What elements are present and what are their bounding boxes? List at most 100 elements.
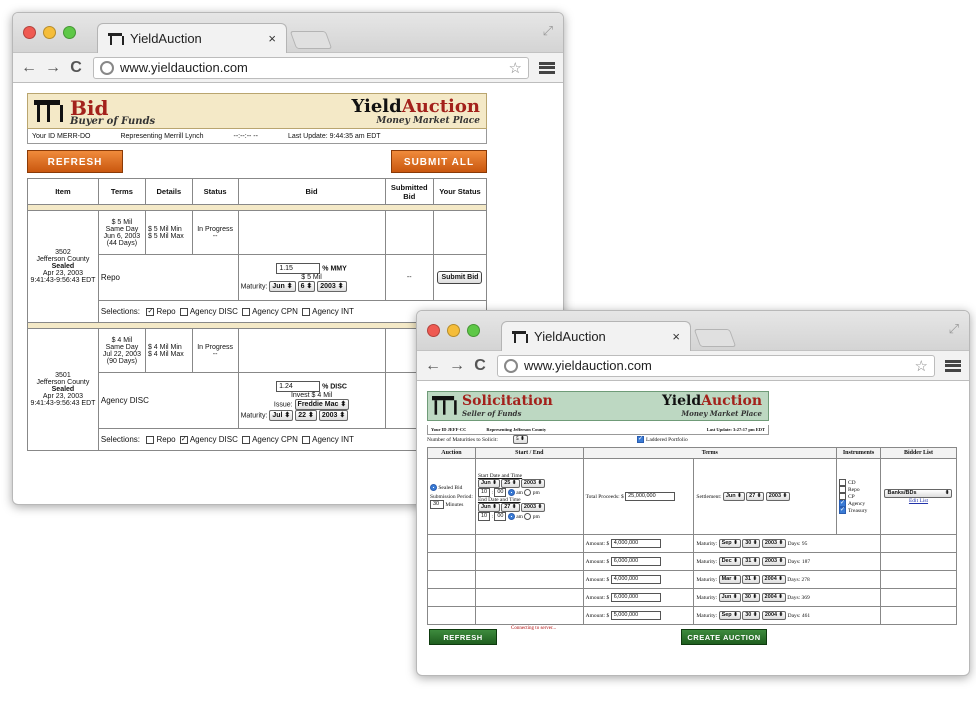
menu-icon[interactable]	[945, 359, 961, 372]
close-window-button[interactable]	[427, 324, 440, 337]
create-auction-button[interactable]: CREATE AUCTION	[681, 629, 767, 645]
maturity-year-select[interactable]: 2003 ⬍	[318, 409, 349, 421]
maturity-day-select[interactable]: 30 ⬍	[742, 539, 761, 548]
start-year-select[interactable]: 2003 ⬍	[520, 478, 546, 488]
rate-input[interactable]: 1.24	[276, 380, 321, 392]
maturity-day-select[interactable]: 30 ⬍	[742, 611, 761, 620]
forward-arrow-icon[interactable]: →	[45, 59, 61, 77]
start-month-select[interactable]: Jun ⬍	[477, 478, 500, 488]
reload-icon[interactable]: C	[473, 357, 487, 375]
maturities-select[interactable]: 5 ⬍	[513, 435, 528, 444]
maturity-month-select[interactable]: Jul ⬍	[269, 409, 294, 421]
end-pm-radio[interactable]	[524, 512, 532, 520]
selection-checkbox[interactable]	[302, 307, 311, 316]
refresh-button[interactable]: REFRESH	[27, 150, 123, 173]
bidder-list-select[interactable]: Banks/BDs ⬍	[884, 489, 953, 498]
selection-checkbox[interactable]	[179, 307, 188, 316]
instrument-checkbox[interactable]	[839, 479, 847, 486]
maturity-year-select[interactable]: 2004 ⬍	[761, 611, 787, 620]
start-pm-radio[interactable]	[524, 488, 532, 496]
end-year-select[interactable]: 2003 ⬍	[520, 502, 546, 512]
refresh-button[interactable]: REFRESH	[429, 629, 497, 645]
end-day-select[interactable]: 27 ⬍	[501, 502, 520, 512]
fullscreen-icon[interactable]: ⤢	[543, 23, 553, 39]
selection-checkbox[interactable]: ✓	[179, 435, 188, 444]
close-window-button[interactable]	[23, 26, 36, 39]
bookmark-star-icon[interactable]: ☆	[915, 357, 928, 375]
browser-tab[interactable]: YieldAuction ×	[97, 23, 287, 53]
minimize-window-button[interactable]	[447, 324, 460, 337]
end-month-select[interactable]: Jun ⬍	[477, 502, 500, 512]
amount-input[interactable]: 6,000,000	[610, 557, 661, 566]
instrument-checkbox[interactable]	[839, 486, 847, 493]
start-day-select[interactable]: 25 ⬍	[501, 478, 520, 488]
close-tab-icon[interactable]: ×	[268, 31, 276, 46]
selection-checkbox[interactable]	[242, 307, 251, 316]
back-arrow-icon[interactable]: ←	[425, 357, 441, 375]
maturity-year-select[interactable]: 2004 ⬍	[761, 593, 786, 602]
amount-input[interactable]: 5,000,000	[610, 611, 661, 620]
maturity-month-select[interactable]: Sep ⬍	[718, 539, 741, 548]
bid-cell: 1.24 % DISC Invest $ 4 Mil Issue: Freddi…	[237, 372, 386, 429]
new-tab-button[interactable]	[693, 329, 737, 347]
amount-input[interactable]: 4,000,000	[610, 539, 661, 548]
rate-input[interactable]: 1.15	[276, 263, 321, 274]
start-am-radio[interactable]	[507, 488, 515, 496]
reload-icon[interactable]: C	[69, 59, 83, 77]
edit-list-link[interactable]: Edit List	[909, 498, 928, 504]
fullscreen-icon[interactable]: ⤢	[949, 321, 959, 337]
instrument-checkbox[interactable]: ✓	[839, 500, 847, 507]
end-hour-input[interactable]: 10	[477, 511, 491, 521]
issue-select[interactable]: Freddie Mac ⬍	[294, 398, 350, 410]
start-minute-input[interactable]: 00	[494, 487, 507, 497]
submit-all-button[interactable]: SUBMIT ALL	[391, 150, 487, 173]
submit-bid-button[interactable]: Submit Bid	[437, 271, 483, 284]
maturity-month-select[interactable]: Jun ⬍	[269, 281, 296, 292]
settlement-month-select[interactable]: Jun ⬍	[722, 492, 745, 501]
minimize-window-button[interactable]	[43, 26, 56, 39]
start-hour-input[interactable]: 10	[477, 487, 491, 497]
selection-checkbox[interactable]	[146, 435, 155, 444]
end-minute-input[interactable]: 00	[494, 511, 507, 521]
maturity-year-select[interactable]: 2003 ⬍	[317, 281, 347, 292]
maturity-day-select[interactable]: 22 ⬍	[295, 409, 317, 421]
amount-input[interactable]: 6,000,000	[610, 593, 661, 602]
maturity-year-select[interactable]: 2004 ⬍	[761, 575, 786, 584]
menu-icon[interactable]	[539, 61, 555, 74]
sealed-bid-radio[interactable]	[430, 484, 437, 491]
zoom-window-button[interactable]	[467, 324, 480, 337]
new-tab-button[interactable]	[289, 31, 333, 49]
submission-period-input[interactable]: 30	[430, 500, 444, 509]
maturity-day-select[interactable]: 31 ⬍	[741, 575, 761, 584]
selection-checkbox[interactable]	[302, 435, 311, 444]
maturity-month-select[interactable]: Sep ⬍	[718, 611, 741, 620]
maturity-day-select[interactable]: 30 ⬍	[741, 593, 761, 602]
back-arrow-icon[interactable]: ←	[21, 59, 37, 77]
maturity-day-select[interactable]: 6 ⬍	[297, 281, 316, 292]
forward-arrow-icon[interactable]: →	[449, 357, 465, 375]
instrument-checkbox[interactable]	[839, 493, 847, 500]
solicitation-table: Auction Start / End Terms Instruments Bi…	[427, 447, 958, 625]
amount-input[interactable]: 4,000,000	[610, 575, 661, 584]
maturity-year-select[interactable]: 2003 ⬍	[761, 539, 787, 548]
address-bar[interactable]: www.yieldauction.com ☆	[93, 56, 529, 79]
bookmark-star-icon[interactable]: ☆	[509, 59, 522, 77]
maturity-month-select[interactable]: Mar ⬍	[718, 575, 741, 584]
maturity-day-select[interactable]: 31 ⬍	[742, 557, 761, 566]
address-bar[interactable]: www.yieldauction.com ☆	[497, 354, 935, 377]
browser-tab[interactable]: YieldAuction ×	[501, 321, 691, 351]
selection-checkbox[interactable]: ✓	[146, 307, 155, 316]
maturity-month-select[interactable]: Jun ⬍	[718, 593, 741, 602]
selection-checkbox[interactable]	[242, 435, 251, 444]
zoom-window-button[interactable]	[63, 26, 76, 39]
maturity-year-select[interactable]: 2003 ⬍	[761, 557, 787, 566]
close-tab-icon[interactable]: ×	[672, 329, 680, 344]
settlement-year-select[interactable]: 2003 ⬍	[765, 492, 791, 501]
laddered-checkbox[interactable]: ✓	[637, 436, 644, 443]
end-am-radio[interactable]	[507, 512, 515, 520]
maturity-month-select[interactable]: Dec ⬍	[718, 557, 741, 566]
total-proceeds-input[interactable]: 25,000,000	[625, 492, 676, 501]
laddered-option[interactable]: ✓ Laddered Portfolio	[637, 436, 688, 443]
settlement-day-select[interactable]: 27 ⬍	[746, 492, 765, 501]
instrument-checkbox[interactable]: ✓	[839, 507, 847, 514]
